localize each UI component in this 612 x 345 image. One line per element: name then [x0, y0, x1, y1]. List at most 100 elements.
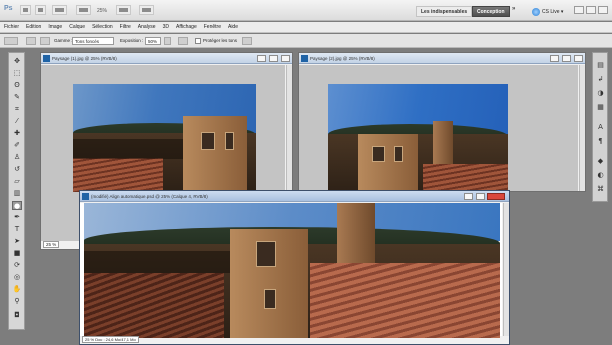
document-zoom-field[interactable]: 25 %	[43, 241, 60, 248]
paths-panel-icon[interactable]: ⌘	[596, 185, 605, 193]
landscape-photo	[73, 84, 256, 192]
window-controls	[574, 6, 608, 14]
eyedropper-tool-icon[interactable]: ⁄	[12, 117, 22, 126]
menu-filtre[interactable]: Filtre	[120, 24, 131, 30]
brush-tool-icon[interactable]: ✐	[12, 141, 22, 150]
paragraph-panel-icon[interactable]: ¶	[596, 137, 605, 145]
gradient-tool-icon[interactable]: ▥	[12, 189, 22, 198]
exposition-field[interactable]: 50%	[145, 37, 161, 45]
doc-maximize-button[interactable]	[562, 55, 571, 62]
color-panel-icon[interactable]: ◑	[596, 89, 605, 97]
document-canvas[interactable]	[299, 65, 578, 191]
menu-aide[interactable]: Aide	[228, 24, 238, 30]
view-extras-button[interactable]	[52, 5, 67, 15]
screen-mode-button[interactable]	[139, 5, 154, 15]
gamme-label: Gamme :	[54, 38, 73, 43]
airbrush-toggle[interactable]	[178, 37, 188, 45]
tablet-pressure-toggle[interactable]	[242, 37, 252, 45]
landscape-photo	[328, 84, 508, 191]
clone-stamp-tool-icon[interactable]: ♙	[12, 153, 22, 162]
menu-selection[interactable]: Sélection	[92, 24, 113, 30]
eraser-tool-icon[interactable]: ▱	[12, 177, 22, 186]
protect-tones-checkbox[interactable]	[195, 38, 201, 44]
menu-calque[interactable]: Calque	[69, 24, 85, 30]
zoom-level-dropdown[interactable]: 25%	[97, 8, 107, 14]
doc-minimize-button[interactable]	[464, 193, 473, 200]
history-brush-tool-icon[interactable]: ↺	[12, 165, 22, 174]
photoshop-logo: Ps	[4, 5, 13, 12]
move-tool-icon[interactable]: ✥	[12, 57, 22, 66]
channels-panel-icon[interactable]: ◐	[596, 171, 605, 179]
launch-bridge-button[interactable]	[20, 5, 31, 15]
maximize-button[interactable]	[586, 6, 596, 14]
arrange-documents-button[interactable]	[116, 5, 131, 15]
more-workspaces-icon[interactable]: »	[512, 6, 515, 12]
doc-maximize-button[interactable]	[269, 55, 278, 62]
doc-close-button[interactable]	[487, 193, 505, 200]
swatches-panel-icon[interactable]: ▦	[596, 103, 605, 111]
burn-tool-icon[interactable]: ●	[12, 201, 22, 210]
shape-tool-icon[interactable]: ■	[12, 249, 22, 258]
quick-mask-icon[interactable]: ◘	[12, 311, 22, 320]
document-window-paysage-2[interactable]: Paysage (2).jpg @ 25% (RVB/8)	[298, 52, 586, 192]
vertical-scrollbar[interactable]	[579, 65, 585, 191]
3d-rotate-tool-icon[interactable]: ⟳	[12, 261, 22, 270]
quick-selection-tool-icon[interactable]: ✎	[12, 93, 22, 102]
histogram-panel-icon[interactable]: ▤	[596, 61, 605, 69]
zoom-tool-icon[interactable]: ⚲	[12, 297, 22, 306]
document-titlebar[interactable]: Paysage (2).jpg @ 25% (RVB/8)	[299, 53, 585, 64]
document-status-bar[interactable]: 25 % Doc : 24,6 Mo/47,1 Mo	[82, 336, 139, 343]
cs-live-label: CS Live ▾	[542, 8, 564, 15]
menu-3d[interactable]: 3D	[163, 24, 169, 30]
menu-image[interactable]: Image	[48, 24, 62, 30]
marquee-tool-icon[interactable]: ⬚	[12, 69, 22, 78]
cs-live-button[interactable]: CS Live ▾	[532, 6, 563, 17]
menu-fichier[interactable]: Fichier	[4, 24, 19, 30]
minimize-button[interactable]	[574, 6, 584, 14]
document-canvas[interactable]	[80, 203, 502, 338]
document-titlebar[interactable]: (modifié) Align automatique.psd @ 25% (C…	[80, 191, 509, 202]
path-selection-tool-icon[interactable]: ➤	[12, 237, 22, 246]
menu-affichage[interactable]: Affichage	[176, 24, 197, 30]
hand-tool-button[interactable]	[76, 5, 91, 15]
brush-size-picker[interactable]	[26, 37, 36, 45]
3d-camera-tool-icon[interactable]: ◎	[12, 273, 22, 282]
type-tool-icon[interactable]: T	[12, 225, 22, 234]
protect-tones-label: Protéger les tons	[203, 38, 238, 43]
vertical-scrollbar[interactable]	[503, 203, 509, 336]
hand-tool-icon[interactable]: ✋	[12, 285, 22, 294]
launch-mini-bridge-button[interactable]	[35, 5, 46, 15]
document-titlebar[interactable]: Paysage (1).jpg @ 25% (RVB/8)	[41, 53, 292, 64]
gamme-select[interactable]: Tons foncés	[72, 37, 114, 45]
crop-tool-icon[interactable]: ⌗	[12, 105, 22, 114]
layers-panel-icon[interactable]: ◆	[596, 157, 605, 165]
doc-close-button[interactable]	[574, 55, 583, 62]
close-button[interactable]	[598, 6, 608, 14]
document-window-auto-align[interactable]: (modifié) Align automatique.psd @ 25% (C…	[79, 190, 510, 345]
workspace-essentials[interactable]: Les indispensables	[416, 6, 473, 17]
document-title: (modifié) Align automatique.psd @ 25% (C…	[91, 193, 208, 199]
lasso-tool-icon[interactable]: ʘ	[12, 81, 22, 90]
menu-edition[interactable]: Edition	[26, 24, 41, 30]
doc-minimize-button[interactable]	[257, 55, 266, 62]
document-icon	[43, 55, 50, 62]
exposition-slider-toggle[interactable]	[164, 37, 171, 45]
workspace-design[interactable]: Conception	[472, 6, 510, 17]
pen-tool-icon[interactable]: ✒	[12, 213, 22, 222]
menu-bar: Fichier Edition Image Calque Sélection F…	[0, 22, 612, 33]
tools-panel: ✥ ⬚ ʘ ✎ ⌗ ⁄ ✚ ✐ ♙ ↺ ▱ ▥ ● ✒ T ➤ ■ ⟳ ◎ ✋ …	[8, 52, 25, 330]
character-panel-icon[interactable]: A	[596, 123, 605, 131]
panorama-photo	[84, 203, 500, 338]
menu-analyse[interactable]: Analyse	[138, 24, 156, 30]
document-icon	[301, 55, 308, 62]
brush-panel-toggle[interactable]	[40, 37, 50, 45]
healing-brush-tool-icon[interactable]: ✚	[12, 129, 22, 138]
document-icon	[82, 193, 89, 200]
panel-dock: ▤ ↲ ◑ ▦ A ¶ ◆ ◐ ⌘	[592, 52, 608, 202]
tool-preset-picker[interactable]	[4, 37, 18, 45]
doc-minimize-button[interactable]	[550, 55, 559, 62]
menu-fenetre[interactable]: Fenêtre	[204, 24, 221, 30]
history-panel-icon[interactable]: ↲	[596, 75, 605, 83]
doc-maximize-button[interactable]	[476, 193, 485, 200]
doc-close-button[interactable]	[281, 55, 290, 62]
